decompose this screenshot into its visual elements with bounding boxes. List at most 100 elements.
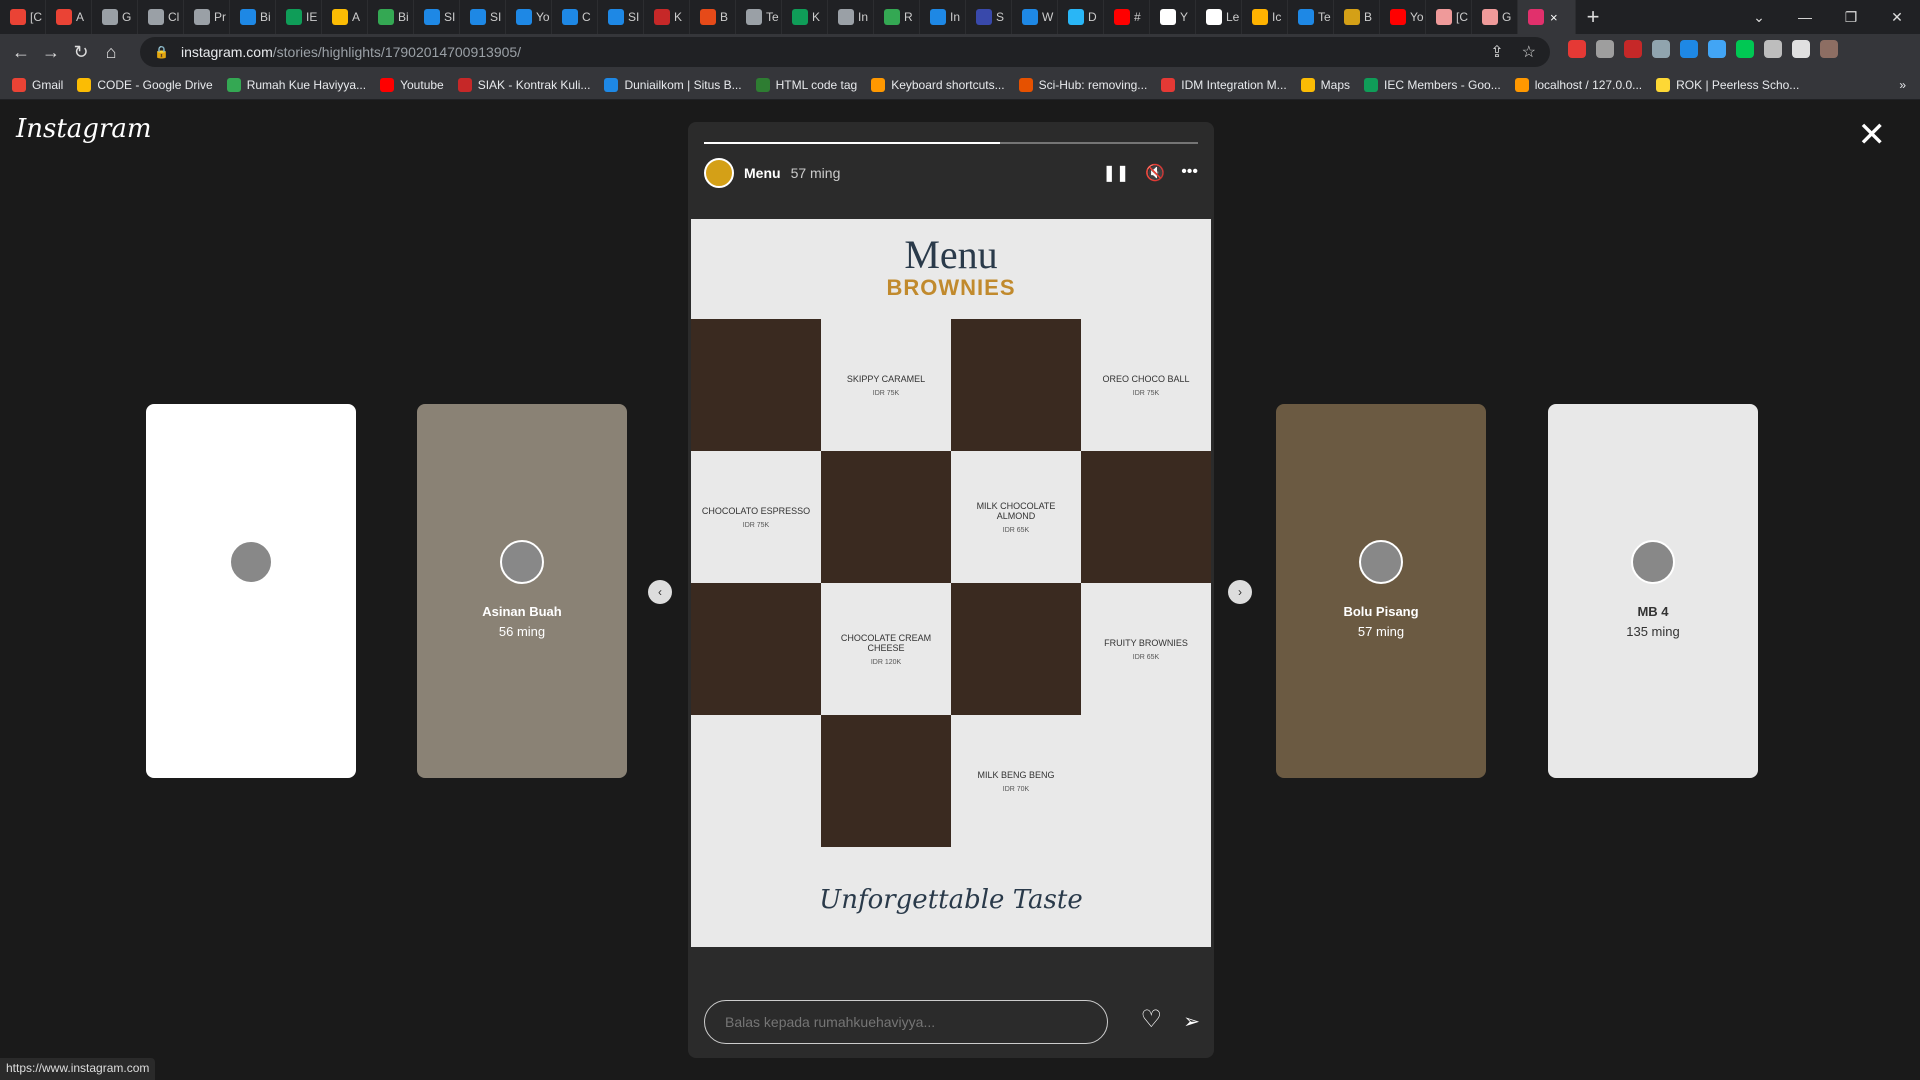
send-icon[interactable]: ➢ bbox=[1183, 1009, 1200, 1034]
browser-tab[interactable]: Yo bbox=[1380, 0, 1426, 34]
tab-favicon-icon bbox=[1068, 9, 1084, 25]
browser-tab[interactable]: SI bbox=[414, 0, 460, 34]
bookmark-item[interactable]: Sci-Hub: removing... bbox=[1018, 77, 1147, 92]
forward-icon[interactable]: → bbox=[36, 42, 66, 63]
extension-icon[interactable] bbox=[1596, 40, 1614, 58]
extension-icon[interactable] bbox=[1708, 40, 1726, 58]
browser-tab[interactable]: S bbox=[966, 0, 1012, 34]
browser-tab[interactable]: Cl bbox=[138, 0, 184, 34]
previous-story-icon[interactable]: ‹ bbox=[648, 580, 672, 604]
menu-title: Menu bbox=[904, 232, 998, 277]
bookmark-item[interactable]: IEC Members - Goo... bbox=[1364, 77, 1501, 92]
extension-icon[interactable] bbox=[1680, 40, 1698, 58]
browser-tab[interactable]: B bbox=[1334, 0, 1380, 34]
tab-label: In bbox=[858, 10, 869, 24]
side-story-preview[interactable]: Bolu Pisang 57 ming bbox=[1276, 404, 1486, 778]
browser-tab[interactable]: Te bbox=[1288, 0, 1334, 34]
extension-icon[interactable] bbox=[1736, 40, 1754, 58]
side-story-preview[interactable]: Asinan Buah 56 ming bbox=[417, 404, 627, 778]
bookmark-item[interactable]: HTML code tag bbox=[755, 77, 857, 92]
bookmark-star-icon[interactable]: ☆ bbox=[1522, 42, 1536, 62]
tab-favicon-icon bbox=[930, 9, 946, 25]
browser-tab[interactable]: G bbox=[92, 0, 138, 34]
bookmark-item[interactable]: IDM Integration M... bbox=[1161, 77, 1287, 92]
minimize-icon[interactable]: — bbox=[1782, 9, 1828, 25]
bookmark-item[interactable]: localhost / 127.0.0... bbox=[1514, 77, 1642, 92]
extension-icon[interactable] bbox=[1764, 40, 1782, 58]
extension-icon[interactable] bbox=[1792, 40, 1810, 58]
bookmark-item[interactable]: Youtube bbox=[380, 77, 444, 92]
browser-tab[interactable]: Te bbox=[736, 0, 782, 34]
browser-tab[interactable]: In bbox=[828, 0, 874, 34]
browser-tab[interactable]: D bbox=[1058, 0, 1104, 34]
bookmark-item[interactable]: SIAK - Kontrak Kuli... bbox=[457, 77, 590, 92]
close-story-icon[interactable]: ✕ bbox=[1858, 118, 1887, 152]
bookmark-item[interactable]: Rumah Kue Haviyya... bbox=[226, 77, 366, 92]
side-story-preview[interactable]: MB 4 135 ming bbox=[1548, 404, 1758, 778]
reply-input[interactable] bbox=[704, 1000, 1108, 1044]
browser-tab[interactable]: C bbox=[552, 0, 598, 34]
bookmark-item[interactable]: Maps bbox=[1300, 77, 1350, 92]
instagram-logo[interactable]: Instagram bbox=[16, 114, 152, 144]
bookmark-item[interactable]: Duniailkom | Situs B... bbox=[604, 77, 742, 92]
browser-tab[interactable]: K bbox=[644, 0, 690, 34]
pause-icon[interactable]: ❚❚ bbox=[1102, 163, 1129, 183]
tab-label: A bbox=[76, 10, 85, 24]
bookmark-item[interactable]: ROK | Peerless Scho... bbox=[1656, 77, 1799, 92]
browser-tab[interactable]: A bbox=[322, 0, 368, 34]
browser-tab[interactable]: Y bbox=[1150, 0, 1196, 34]
browser-tab[interactable]: A bbox=[46, 0, 92, 34]
share-icon[interactable]: ⇪ bbox=[1490, 42, 1503, 62]
restore-icon[interactable]: ❐ bbox=[1828, 9, 1874, 26]
tab-search-icon[interactable]: ⌄ bbox=[1736, 9, 1782, 26]
browser-tab[interactable]: R bbox=[874, 0, 920, 34]
browser-tab[interactable]: [C bbox=[0, 0, 46, 34]
browser-tab[interactable]: # bbox=[1104, 0, 1150, 34]
tab-favicon-icon bbox=[654, 9, 670, 25]
omnibox-actions: ⇪ ☆ bbox=[1490, 42, 1536, 62]
browser-tab[interactable]: [C bbox=[1426, 0, 1472, 34]
extension-icon[interactable] bbox=[1624, 40, 1642, 58]
mute-icon[interactable]: 🔇 bbox=[1145, 163, 1165, 183]
browser-tab[interactable]: K bbox=[782, 0, 828, 34]
browser-tab[interactable]: Ic bbox=[1242, 0, 1288, 34]
address-bar[interactable]: 🔒 instagram.com /stories/highlights/1790… bbox=[140, 37, 1550, 67]
more-options-icon[interactable]: ••• bbox=[1181, 163, 1198, 183]
browser-tab[interactable]: Pr bbox=[184, 0, 230, 34]
browser-tab[interactable]: G bbox=[1472, 0, 1518, 34]
browser-tab[interactable]: W bbox=[1012, 0, 1058, 34]
tab-instagram[interactable]: × bbox=[1518, 0, 1576, 34]
bookmark-favicon-icon bbox=[1656, 77, 1671, 92]
browser-tab[interactable]: SI bbox=[460, 0, 506, 34]
bookmark-item[interactable]: CODE - Google Drive bbox=[77, 77, 213, 92]
browser-tab[interactable]: In bbox=[920, 0, 966, 34]
extension-icon[interactable] bbox=[1652, 40, 1670, 58]
extension-icon[interactable] bbox=[1820, 40, 1838, 58]
home-icon[interactable]: ⌂ bbox=[96, 42, 126, 63]
close-window-icon[interactable]: ✕ bbox=[1874, 9, 1920, 26]
browser-tab[interactable]: Bi bbox=[230, 0, 276, 34]
next-story-icon[interactable]: › bbox=[1228, 580, 1252, 604]
browser-tab[interactable]: Le bbox=[1196, 0, 1242, 34]
more-bookmarks-icon[interactable]: » bbox=[1899, 78, 1906, 92]
tab-favicon-icon bbox=[1436, 9, 1452, 25]
browser-tab[interactable]: B bbox=[690, 0, 736, 34]
bookmark-item[interactable]: Keyboard shortcuts... bbox=[871, 77, 1005, 92]
extension-icon[interactable] bbox=[1568, 40, 1586, 58]
lock-icon[interactable]: 🔒 bbox=[154, 45, 169, 59]
tab-favicon-icon bbox=[240, 9, 256, 25]
browser-tab[interactable]: SI bbox=[598, 0, 644, 34]
bookmark-item[interactable]: Gmail bbox=[12, 77, 63, 92]
browser-tab[interactable]: IE bbox=[276, 0, 322, 34]
back-icon[interactable]: ← bbox=[6, 42, 36, 63]
avatar[interactable] bbox=[704, 158, 734, 188]
reload-icon[interactable]: ↻ bbox=[66, 42, 96, 63]
story-username[interactable]: Menu bbox=[744, 165, 781, 181]
side-story-preview[interactable]: Choco 56 ming bbox=[146, 404, 356, 778]
menu-item-price: IDR 75K bbox=[872, 389, 900, 397]
browser-tab[interactable]: Bi bbox=[368, 0, 414, 34]
heart-icon[interactable]: ♡ bbox=[1140, 1005, 1162, 1034]
new-tab-button[interactable]: + bbox=[1576, 0, 1610, 34]
browser-tab[interactable]: Yo bbox=[506, 0, 552, 34]
close-tab-icon[interactable]: × bbox=[1550, 10, 1558, 25]
